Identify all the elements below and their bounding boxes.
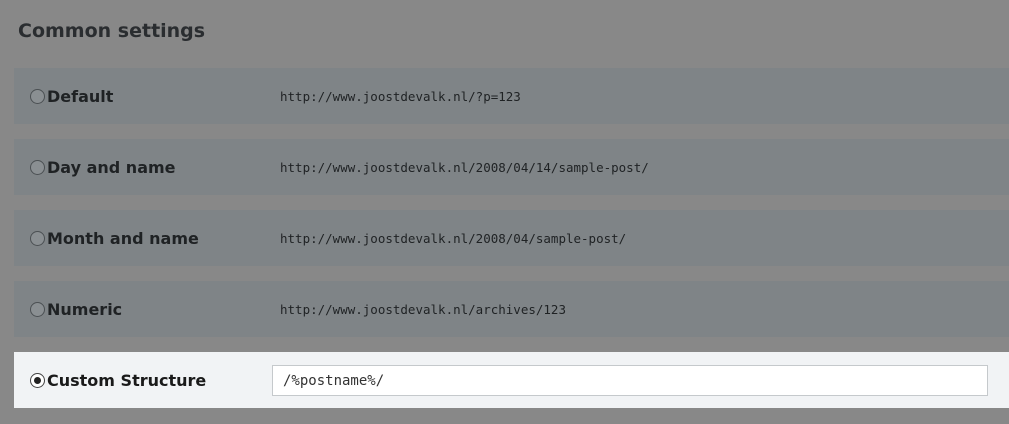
radio-month-and-name[interactable] (30, 230, 45, 246)
section-title: Common settings (18, 20, 206, 42)
permalink-settings: Common settings Default http://www.joost… (0, 0, 1009, 424)
custom-structure-input[interactable] (272, 365, 988, 396)
option-row-day-and-name[interactable]: Day and name http://www.joostdevalk.nl/2… (14, 139, 1009, 195)
example-url-month-and-name: http://www.joostdevalk.nl/2008/04/sample… (280, 230, 627, 246)
radio-day-and-name[interactable] (30, 159, 45, 175)
example-url-day-and-name: http://www.joostdevalk.nl/2008/04/14/sam… (280, 159, 649, 175)
radio-custom-structure[interactable] (30, 372, 45, 388)
radio-default[interactable] (30, 88, 45, 104)
option-label-month-and-name: Month and name (47, 228, 199, 248)
option-row-month-and-name[interactable]: Month and name http://www.joostdevalk.nl… (14, 210, 1009, 266)
option-row-numeric[interactable]: Numeric http://www.joostdevalk.nl/archiv… (14, 281, 1009, 337)
option-label-custom-structure: Custom Structure (47, 370, 207, 390)
option-row-custom-structure[interactable]: Custom Structure (14, 352, 1009, 408)
option-label-numeric: Numeric (47, 299, 123, 319)
option-label-day-and-name: Day and name (47, 157, 176, 177)
option-label-default: Default (47, 86, 114, 106)
option-row-default[interactable]: Default http://www.joostdevalk.nl/?p=123 (14, 68, 1009, 124)
example-url-numeric: http://www.joostdevalk.nl/archives/123 (280, 301, 566, 317)
radio-numeric[interactable] (30, 301, 45, 317)
example-url-default: http://www.joostdevalk.nl/?p=123 (280, 88, 521, 104)
